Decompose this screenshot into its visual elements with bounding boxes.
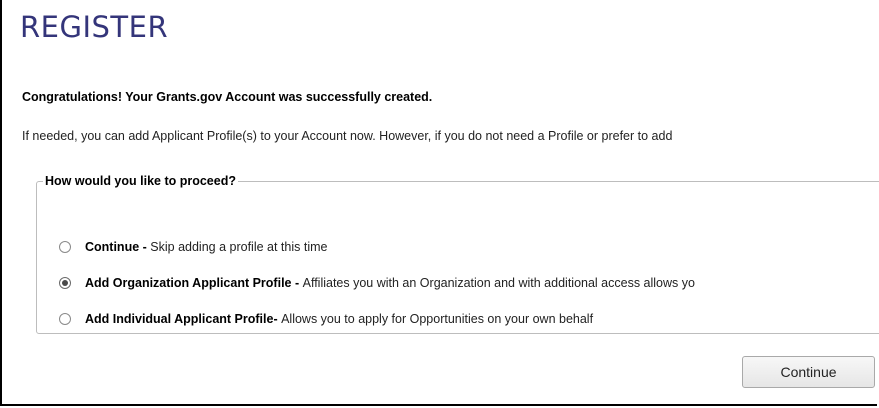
option-continue-label: Continue bbox=[85, 240, 140, 254]
option-add-organization-profile[interactable]: Add Organization Applicant Profile - Aff… bbox=[59, 276, 695, 290]
option-individual-label: Add Individual Applicant Profile bbox=[85, 312, 274, 326]
option-organization-separator: - bbox=[291, 276, 303, 290]
success-message: Congratulations! Your Grants.gov Account… bbox=[22, 90, 433, 104]
option-organization-label: Add Organization Applicant Profile bbox=[85, 276, 292, 290]
proceed-legend: How would you like to proceed? bbox=[45, 174, 236, 188]
radio-add-organization-profile[interactable] bbox=[59, 277, 71, 289]
option-continue-description: Skip adding a profile at this time bbox=[150, 240, 328, 254]
radio-continue[interactable] bbox=[59, 241, 71, 253]
info-text: If needed, you can add Applicant Profile… bbox=[22, 129, 673, 143]
radio-add-individual-profile[interactable] bbox=[59, 313, 71, 325]
proceed-options-group: How would you like to proceed? Continue … bbox=[36, 174, 879, 334]
option-individual-description: Allows you to apply for Opportunities on… bbox=[281, 312, 594, 326]
page-title: REGISTER bbox=[20, 10, 169, 44]
option-continue-separator: - bbox=[139, 240, 151, 254]
continue-button[interactable]: Continue bbox=[742, 356, 875, 388]
option-individual-separator: - bbox=[273, 312, 282, 326]
option-add-individual-profile[interactable]: Add Individual Applicant Profile - Allows… bbox=[59, 312, 593, 326]
option-continue[interactable]: Continue - Skip adding a profile at this… bbox=[59, 240, 327, 254]
option-organization-description: Affiliates you with an Organization and … bbox=[302, 276, 695, 290]
